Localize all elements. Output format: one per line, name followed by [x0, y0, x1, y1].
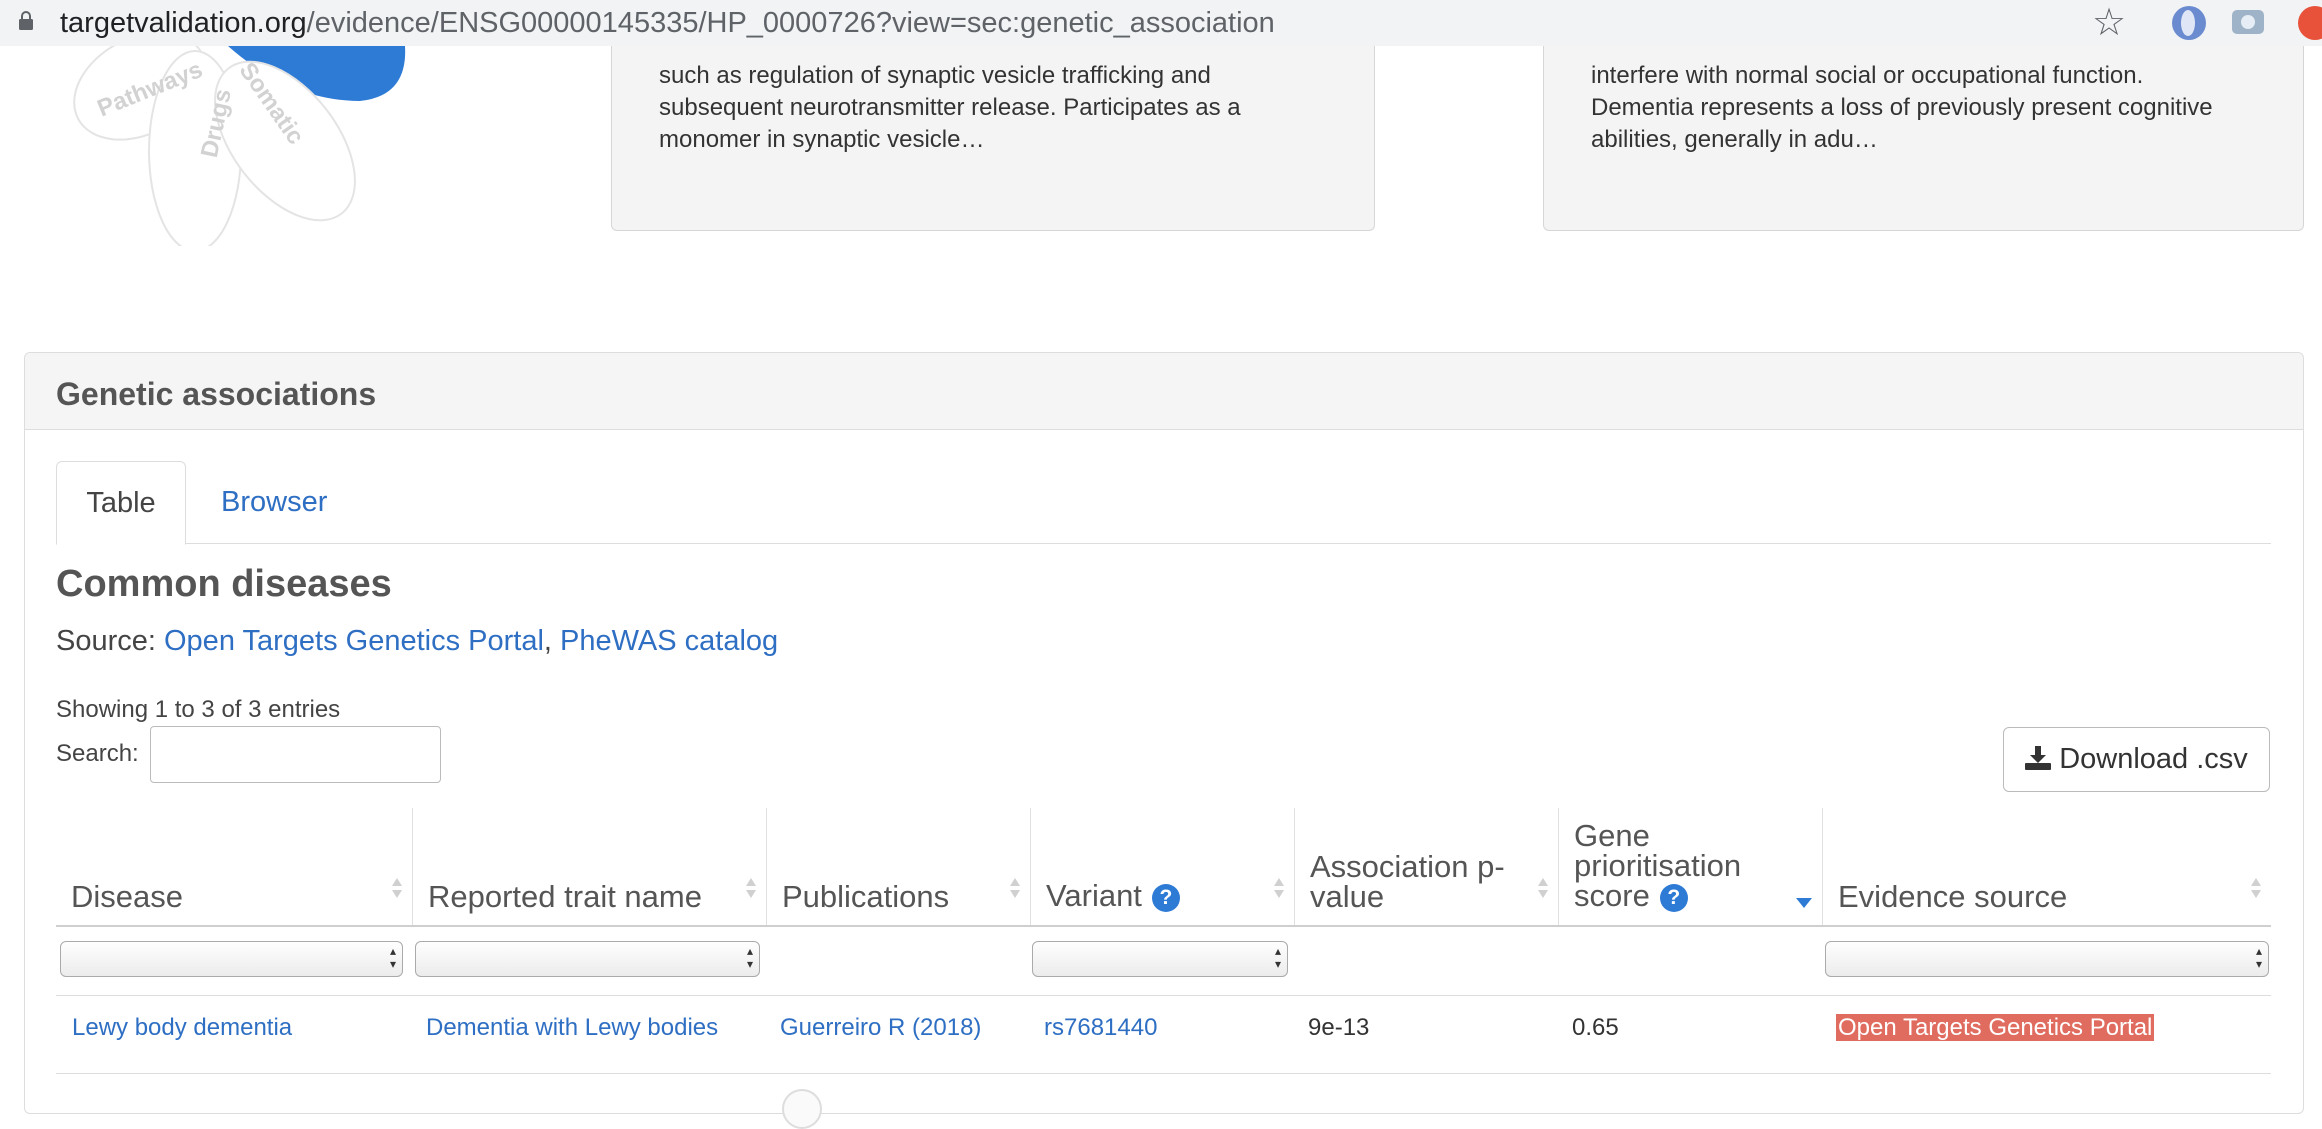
cell-disease-link[interactable]: Lewy body dementia: [72, 1013, 292, 1043]
cell-evidence-source[interactable]: Open Targets Genetics Portal: [1836, 1013, 2155, 1043]
filter-select-evidence-source[interactable]: [1825, 941, 2269, 977]
search-label: Search:: [56, 740, 139, 767]
evidence-flower: Pathways Drugs Somatic: [73, 46, 406, 246]
column-label: Gene prioritisation score: [1574, 818, 1742, 913]
cell-reported-trait-link[interactable]: Dementia with Lewy bodies: [426, 1013, 718, 1043]
filter-select-variant[interactable]: [1032, 941, 1288, 977]
column-label: Disease: [71, 879, 183, 914]
disease-summary-card: interfere with normal social or occupati…: [1543, 46, 2304, 231]
tab-table[interactable]: Table: [56, 461, 186, 545]
download-label: Download .csv: [2059, 743, 2248, 775]
help-icon[interactable]: ?: [1659, 884, 1688, 912]
partial-icon: [782, 1089, 822, 1129]
download-csv-button[interactable]: Download .csv: [2003, 727, 2270, 792]
header-divider: [56, 925, 2271, 927]
sort-icon: [1010, 878, 1020, 900]
disease-summary-text: interfere with normal social or occupati…: [1591, 62, 2213, 153]
source-link-phewas[interactable]: PheWAS catalog: [560, 625, 778, 657]
sort-icon: [392, 878, 402, 900]
url-path: /evidence/ENSG00000145335/HP_0000726?vie…: [306, 7, 1275, 39]
tab-browser[interactable]: Browser: [221, 461, 327, 543]
cell-score: 0.65: [1572, 1014, 1619, 1041]
column-label: Publications: [782, 879, 950, 914]
column-label: Reported trait name: [428, 879, 702, 914]
column-label-wrap: Gene prioritisation score?: [1574, 818, 1742, 913]
sort-desc-icon: [1796, 898, 1812, 908]
extension-icon[interactable]: [2172, 6, 2206, 40]
entries-info: Showing 1 to 3 of 3 entries: [56, 696, 341, 723]
lock-icon: [19, 11, 33, 30]
download-icon: [2025, 746, 2052, 770]
cell-p-value: 9e-13: [1308, 1014, 1370, 1041]
column-header-reported-trait[interactable]: Reported trait name: [412, 808, 766, 926]
view-tabs: Table Browser: [56, 461, 2271, 545]
source-prefix: Source:: [56, 625, 164, 657]
column-header-publications[interactable]: Publications: [766, 808, 1030, 926]
sort-icon: [2251, 878, 2261, 900]
section-title: Common diseases: [56, 563, 392, 605]
sort-icon: [1538, 878, 1548, 900]
url-text[interactable]: targetvalidation.org/evidence/ENSG000001…: [60, 4, 1275, 42]
sort-icon: [1274, 878, 1284, 900]
column-header-disease[interactable]: Disease: [56, 808, 412, 926]
source-link-otgp[interactable]: Open Targets Genetics Portal: [164, 625, 544, 657]
panel-header: Genetic associations: [25, 353, 2303, 430]
sort-icon: [746, 878, 756, 900]
row-divider: [56, 1073, 2271, 1074]
target-summary-card: such as regulation of synaptic vesicle t…: [611, 46, 1375, 231]
search-input[interactable]: [150, 726, 441, 783]
camera-icon[interactable]: [2232, 10, 2264, 34]
filter-divider: [56, 995, 2271, 996]
target-summary-text: such as regulation of synaptic vesicle t…: [659, 62, 1241, 153]
column-label: Evidence source: [1838, 879, 2068, 914]
source-line: Source: Open Targets Genetics Portal, Ph…: [56, 623, 778, 659]
source-separator: ,: [543, 625, 552, 657]
column-label-wrap: Variant?: [1046, 878, 1180, 913]
column-header-variant[interactable]: Variant?: [1030, 808, 1294, 926]
panel-title: Genetic associations: [56, 376, 377, 412]
filter-select-disease[interactable]: [60, 941, 403, 977]
help-icon[interactable]: ?: [1151, 884, 1180, 912]
filter-select-reported-trait[interactable]: [415, 941, 760, 977]
column-header-p-value[interactable]: Association p- value: [1294, 808, 1558, 926]
column-label: Variant: [1046, 878, 1142, 913]
column-label: Association p- value: [1310, 849, 1505, 914]
bookmark-star-icon[interactable]: ☆: [2092, 3, 2126, 43]
column-header-evidence-source[interactable]: Evidence source: [1822, 808, 2271, 926]
cell-publication-link[interactable]: Guerreiro R (2018): [780, 1013, 981, 1043]
evidence-source-badge[interactable]: Open Targets Genetics Portal: [1836, 1014, 2155, 1041]
column-header-score[interactable]: Gene prioritisation score?: [1558, 808, 1822, 926]
cell-variant-link[interactable]: rs7681440: [1044, 1013, 1157, 1043]
url-host: targetvalidation.org: [60, 7, 307, 39]
